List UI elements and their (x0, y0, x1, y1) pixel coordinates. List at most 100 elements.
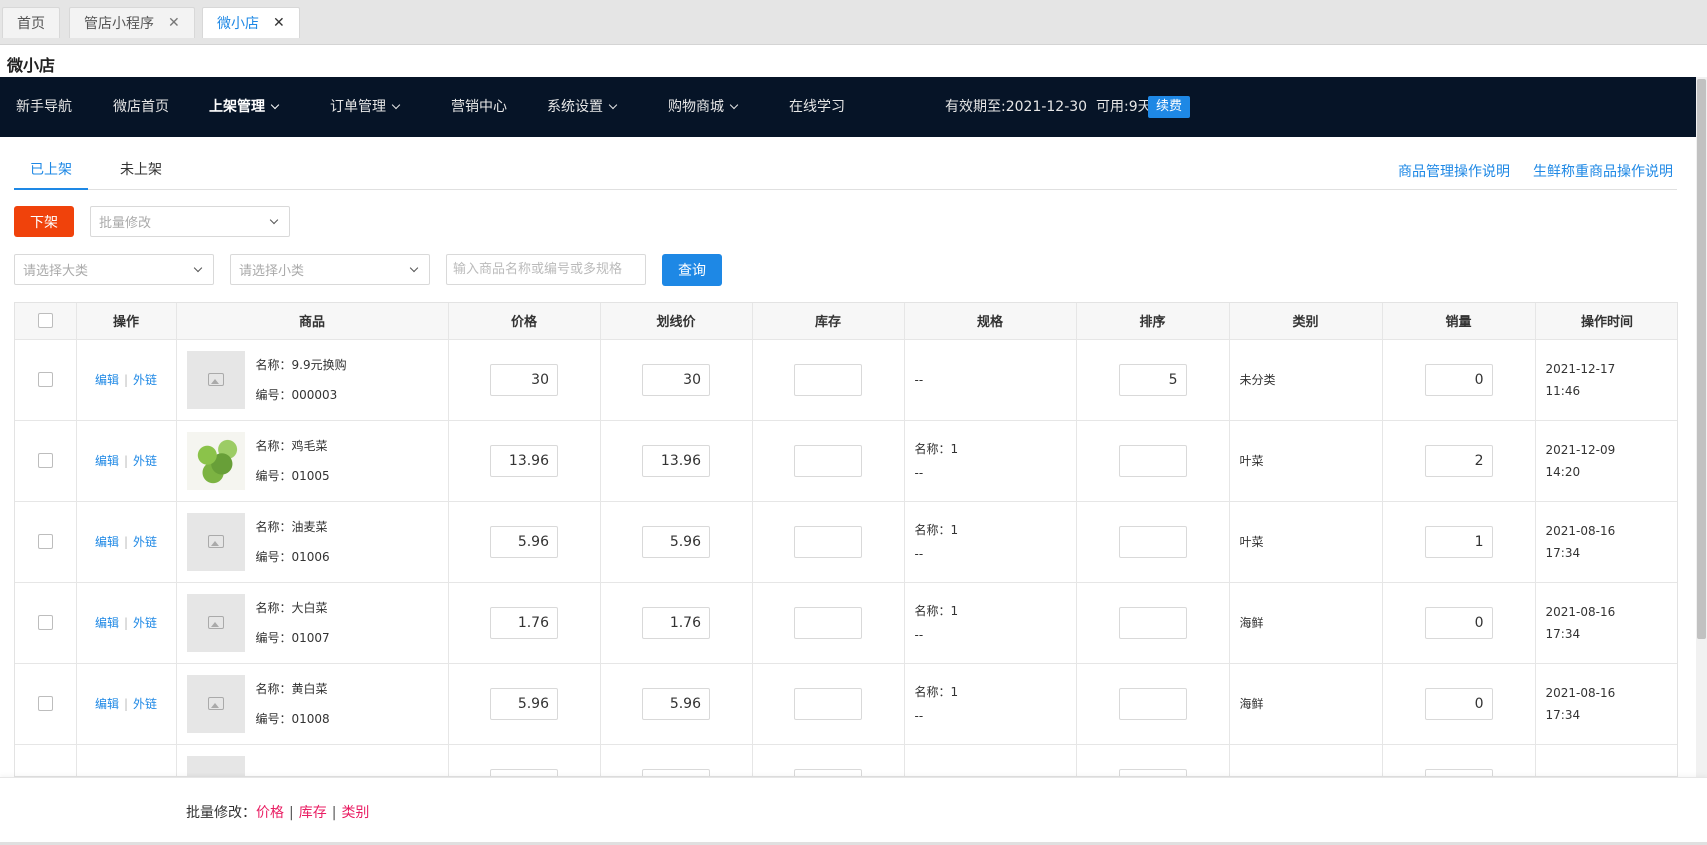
sales-input[interactable]: 0 (1424, 363, 1493, 396)
edit-link[interactable]: 编辑 (95, 697, 119, 711)
batch-stock-link[interactable]: 库存 (299, 805, 327, 821)
external-link[interactable]: 外链 (133, 535, 157, 549)
edit-link[interactable]: 编辑 (95, 373, 119, 387)
product-image-placeholder (186, 350, 245, 409)
price-cell (448, 744, 601, 776)
row-checkbox[interactable] (37, 453, 53, 468)
edit-link[interactable]: 编辑 (95, 535, 119, 549)
row-checkbox[interactable] (37, 696, 53, 711)
batch-price-link[interactable]: 价格 (256, 805, 284, 821)
stock-input[interactable] (794, 444, 862, 477)
separator: | (123, 535, 129, 549)
sales-cell (1382, 744, 1536, 776)
strike-price-input[interactable] (642, 768, 710, 776)
select-all-cell (15, 303, 77, 340)
off-shelf-button[interactable]: 下架 (14, 206, 74, 237)
stock-input[interactable] (794, 606, 862, 639)
spec-value: -- (914, 627, 924, 642)
strike-price-input[interactable]: 13.96 (642, 444, 710, 477)
batch-category-link[interactable]: 类别 (341, 805, 369, 821)
search-input[interactable] (446, 254, 646, 285)
product-code: 编号：01008 (255, 711, 330, 726)
price-input[interactable]: 13.96 (490, 444, 558, 477)
nav-item-guide[interactable]: 新手导航 (16, 77, 72, 137)
spec-value: -- (914, 372, 924, 387)
table-row: 编辑 | 外链 名称：大白菜 编号：01007 1.76 1.76 名称：1 -- 海鲜 0 2021… (15, 582, 1677, 664)
sort-input[interactable] (1118, 525, 1187, 558)
row-checkbox[interactable] (37, 615, 53, 630)
category-text: 未分类 (1239, 373, 1276, 387)
row-select-cell (15, 339, 77, 421)
batch-edit-select[interactable]: 批量修改 (90, 206, 290, 237)
big-category-select[interactable]: 请选择大类 (14, 254, 214, 285)
sales-input[interactable] (1424, 768, 1493, 776)
nav-item-listing[interactable]: 上架管理 (209, 77, 280, 137)
sales-input[interactable]: 2 (1424, 444, 1493, 477)
product-cell: 名称：紫甘蓝 (176, 744, 449, 776)
price-input[interactable]: 1.76 (490, 606, 558, 639)
external-link[interactable]: 外链 (133, 697, 157, 711)
price-input[interactable]: 5.96 (490, 525, 558, 558)
strike-price-input[interactable]: 1.76 (642, 606, 710, 639)
nav-item-learning[interactable]: 在线学习 (789, 77, 845, 137)
sort-cell: 5 (1076, 339, 1230, 421)
tab-micro-shop[interactable]: 微小店 ✕ (202, 7, 300, 38)
separator: | (289, 805, 294, 821)
stock-input[interactable] (794, 525, 862, 558)
vertical-scrollbar[interactable] (1696, 77, 1707, 777)
close-icon[interactable]: ✕ (273, 15, 285, 31)
stock-input[interactable] (794, 363, 862, 396)
time-cell: 2021-08-16 17:34 (1535, 582, 1677, 664)
goods-help-link[interactable]: 商品管理操作说明 (1398, 161, 1510, 181)
nav-item-settings[interactable]: 系统设置 (547, 77, 618, 137)
sort-input[interactable] (1118, 687, 1187, 720)
row-checkbox[interactable] (37, 372, 53, 387)
sort-input[interactable] (1118, 768, 1187, 776)
query-button[interactable]: 查询 (662, 254, 722, 286)
sales-input[interactable]: 1 (1424, 525, 1493, 558)
edit-link[interactable]: 编辑 (95, 616, 119, 630)
price-cell: 1.76 (448, 582, 601, 664)
scrollbar-thumb[interactable] (1697, 79, 1706, 639)
tab-off-shelf[interactable]: 未上架 (104, 155, 178, 190)
row-checkbox[interactable] (37, 534, 53, 549)
select-all-checkbox[interactable] (37, 313, 53, 329)
close-icon[interactable]: ✕ (168, 15, 180, 31)
strike-price-input[interactable]: 5.96 (642, 525, 710, 558)
sales-input[interactable]: 0 (1424, 606, 1493, 639)
price-cell: 30 (448, 339, 601, 421)
sales-input[interactable]: 0 (1424, 687, 1493, 720)
image-icon (207, 535, 224, 548)
sort-input[interactable] (1118, 444, 1187, 477)
op-date: 2021-08-16 (1545, 523, 1616, 538)
strike-price-cell: 1.76 (600, 582, 753, 664)
tab-mini-program[interactable]: 管店小程序 ✕ (69, 7, 195, 38)
sales-cell: 1 (1382, 501, 1536, 583)
sort-input[interactable] (1118, 606, 1187, 639)
renew-button[interactable]: 续费 (1148, 96, 1191, 118)
external-link[interactable]: 外链 (133, 616, 157, 630)
sort-input[interactable]: 5 (1118, 363, 1187, 396)
fresh-help-link[interactable]: 生鲜称重商品操作说明 (1533, 161, 1673, 181)
stock-cell (752, 582, 905, 664)
edit-link[interactable]: 编辑 (95, 454, 119, 468)
external-link[interactable]: 外链 (133, 373, 157, 387)
nav-item-mall[interactable]: 购物商城 (668, 77, 739, 137)
tab-on-shelf[interactable]: 已上架 (14, 155, 88, 190)
strike-price-input[interactable]: 5.96 (642, 687, 710, 720)
price-input[interactable] (490, 768, 558, 776)
price-input[interactable]: 5.96 (490, 687, 558, 720)
external-link[interactable]: 外链 (133, 454, 157, 468)
tab-home[interactable]: 首页 (2, 7, 60, 38)
strike-price-input[interactable]: 30 (642, 363, 710, 396)
stock-input[interactable] (794, 768, 862, 776)
small-category-select[interactable]: 请选择小类 (230, 254, 430, 285)
stock-input[interactable] (794, 687, 862, 720)
nav-item-marketing[interactable]: 营销中心 (451, 77, 507, 137)
spec-name: 名称：1 (914, 603, 959, 618)
category-cell: 未分类 (1229, 339, 1383, 421)
nav-item-orders[interactable]: 订单管理 (330, 77, 401, 137)
category-cell: 叶菜 (1229, 501, 1383, 583)
price-input[interactable]: 30 (490, 363, 558, 396)
nav-item-shop-home[interactable]: 微店首页 (113, 77, 169, 137)
